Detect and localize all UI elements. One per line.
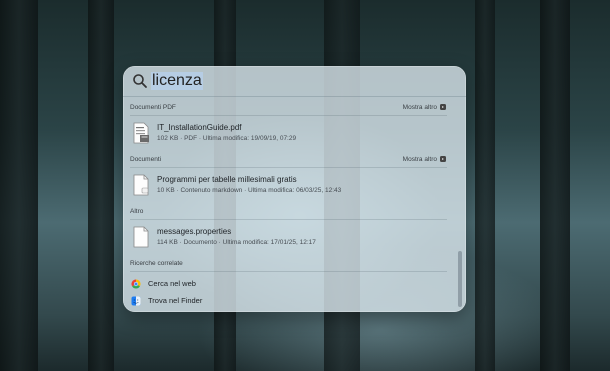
document-file-icon <box>133 226 149 247</box>
results-list: Documenti PDF Mostra altro IT_Installati… <box>130 97 449 309</box>
search-web-item[interactable]: Cerca nel web <box>130 275 449 292</box>
show-more-pdf-button[interactable]: Mostra altro <box>403 104 446 111</box>
related-label: Trova nel Finder <box>148 296 203 305</box>
section-title: Altro <box>130 207 144 215</box>
related-label: Cerca nel web <box>148 279 196 288</box>
spotlight-panel: licenza Documenti PDF Mostra altro IT_In… <box>123 66 466 312</box>
result-item[interactable]: messages.properties 114 KB · Documento ·… <box>130 220 449 253</box>
result-meta: 114 KB · Documento · Ultima modifica: 17… <box>157 238 316 246</box>
section-title: Ricerche correlate <box>130 259 183 267</box>
arrow-right-icon <box>440 104 446 110</box>
section-header-other: Altro <box>130 203 449 219</box>
search-icon <box>133 74 147 88</box>
section-header-pdf: Documenti PDF Mostra altro <box>130 99 449 115</box>
section-header-related: Ricerche correlate <box>130 255 449 271</box>
result-item[interactable]: Programmi per tabelle millesimali gratis… <box>130 168 449 201</box>
finder-icon <box>131 296 141 305</box>
result-meta: 102 KB · PDF · Ultima modifica: 19/09/19… <box>157 134 297 142</box>
show-more-label: Mostra altro <box>402 155 437 163</box>
show-more-label: Mostra altro <box>402 103 437 111</box>
arrow-right-icon <box>440 156 446 162</box>
result-meta: 10 KB · Contenuto markdown · Ultima modi… <box>157 186 342 194</box>
result-title: IT_InstallationGuide.pdf <box>157 122 242 132</box>
section-title: Documenti <box>130 155 162 163</box>
find-in-finder-item[interactable]: Trova nel Finder <box>130 292 449 309</box>
result-item[interactable]: IT_InstallationGuide.pdf 102 KB · PDF · … <box>130 116 449 149</box>
section-header-documents: Documenti Mostra altro <box>130 151 449 167</box>
result-title: messages.properties <box>157 226 232 236</box>
pdf-file-icon <box>133 122 149 143</box>
search-bar[interactable]: licenza <box>123 66 466 96</box>
section-divider <box>130 271 447 272</box>
section-title: Documenti PDF <box>130 103 176 111</box>
show-more-documents-button[interactable]: Mostra altro <box>403 156 446 163</box>
scrollbar-thumb[interactable] <box>458 251 462 307</box>
result-title: Programmi per tabelle millesimali gratis <box>157 174 297 184</box>
markdown-file-icon <box>133 174 149 195</box>
chrome-icon <box>131 279 141 289</box>
search-input[interactable]: licenza <box>151 72 203 90</box>
